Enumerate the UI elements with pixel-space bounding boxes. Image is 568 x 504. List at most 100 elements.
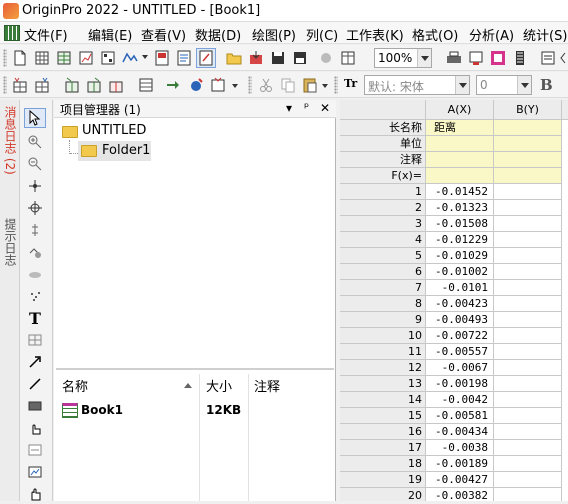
row-header[interactable]: 8 <box>340 296 426 312</box>
sheet-corner[interactable] <box>340 100 426 120</box>
font-size-select[interactable]: 0 <box>476 75 532 95</box>
data-selector-icon[interactable] <box>24 242 46 262</box>
cut-icon[interactable] <box>256 75 276 95</box>
data-cell-a[interactable]: -0.00189 <box>426 456 494 472</box>
menu-data[interactable]: 数据(D) <box>195 25 241 44</box>
hand-pan-icon[interactable] <box>24 484 46 504</box>
menu-column[interactable]: 列(C) <box>306 25 338 44</box>
import-wizard-icon[interactable] <box>316 48 336 68</box>
meta-cell-a[interactable] <box>426 136 494 152</box>
data-cell-a[interactable]: -0.0038 <box>426 440 494 456</box>
import-data-icon[interactable] <box>338 48 358 68</box>
data-cell-b[interactable] <box>494 344 562 360</box>
data-cell-b[interactable] <box>494 392 562 408</box>
chevron-down-icon[interactable] <box>455 76 469 94</box>
new-pe-icon[interactable] <box>196 48 216 68</box>
meta-row-label[interactable]: 单位 <box>340 136 426 152</box>
menu-view[interactable]: 查看(V) <box>141 25 186 44</box>
menu-statistics[interactable]: 统计(S) <box>523 25 567 44</box>
font-name-select[interactable]: 默认: 宋体 <box>364 75 470 95</box>
column-dropdown-icon[interactable] <box>232 84 238 91</box>
set-as-z-icon[interactable] <box>106 75 126 95</box>
row-header[interactable]: 13 <box>340 376 426 392</box>
save-template-icon[interactable] <box>290 48 310 68</box>
new-function-icon[interactable] <box>120 48 140 68</box>
data-cell-b[interactable] <box>494 472 562 488</box>
data-cell-b[interactable] <box>494 232 562 248</box>
open-icon[interactable] <box>224 48 244 68</box>
meta-cell-a[interactable]: 距离 <box>426 120 494 136</box>
menu-plot[interactable]: 绘图(P) <box>252 25 296 44</box>
annotation-icon[interactable] <box>24 220 46 240</box>
hints-log-tab[interactable]: 提示日志 <box>2 218 19 266</box>
data-cell-a[interactable]: -0.01452 <box>426 184 494 200</box>
data-cell-a[interactable]: -0.00557 <box>426 344 494 360</box>
data-cell-b[interactable] <box>494 408 562 424</box>
data-cell-a[interactable]: -0.0067 <box>426 360 494 376</box>
new-workbook-icon[interactable] <box>32 48 52 68</box>
row-header[interactable]: 17 <box>340 440 426 456</box>
data-cell-a[interactable]: -0.00581 <box>426 408 494 424</box>
data-cell-b[interactable] <box>494 264 562 280</box>
data-cell-b[interactable] <box>494 184 562 200</box>
insert-equation-icon[interactable] <box>24 440 46 460</box>
bold-button[interactable]: B <box>540 76 553 94</box>
set-as-x-icon[interactable] <box>62 75 82 95</box>
zoom-select[interactable]: 100% <box>374 48 432 68</box>
data-cell-a[interactable]: -0.00423 <box>426 296 494 312</box>
row-header[interactable]: 19 <box>340 472 426 488</box>
data-cell-a[interactable]: -0.00493 <box>426 312 494 328</box>
refresh-icon[interactable] <box>488 48 508 68</box>
data-cell-a[interactable]: -0.00198 <box>426 376 494 392</box>
row-header[interactable]: 6 <box>340 264 426 280</box>
data-cell-a[interactable]: -0.01002 <box>426 264 494 280</box>
row-header[interactable]: 4 <box>340 232 426 248</box>
pointer-icon[interactable] <box>24 108 46 128</box>
sort-column-icon[interactable] <box>186 75 206 95</box>
meta-cell-a[interactable] <box>426 168 494 184</box>
insert-graph-icon[interactable] <box>24 462 46 482</box>
copy-icon[interactable] <box>278 75 298 95</box>
new-matrix-icon[interactable] <box>98 48 118 68</box>
data-cell-a[interactable]: -0.01229 <box>426 232 494 248</box>
data-cell-b[interactable] <box>494 248 562 264</box>
data-cell-a[interactable]: -0.00722 <box>426 328 494 344</box>
column-header-b[interactable]: B(Y) <box>494 100 562 120</box>
row-header[interactable]: 2 <box>340 200 426 216</box>
data-cell-b[interactable] <box>494 216 562 232</box>
column-header-a[interactable]: A(X) <box>426 100 494 120</box>
code-builder-icon[interactable] <box>558 48 568 68</box>
row-header[interactable]: 10 <box>340 328 426 344</box>
save-project-icon[interactable] <box>268 48 288 68</box>
data-cell-a[interactable]: -0.01508 <box>426 216 494 232</box>
chevron-down-icon[interactable] <box>517 76 531 94</box>
list-header-size[interactable]: 大小 <box>206 376 232 396</box>
data-cell-b[interactable] <box>494 280 562 296</box>
menu-worksheet[interactable]: 工作表(K) <box>346 25 404 44</box>
column-divider[interactable] <box>248 374 249 501</box>
zoom-in-icon[interactable] <box>24 132 46 152</box>
row-header[interactable]: 14 <box>340 392 426 408</box>
line-tool-icon[interactable] <box>24 374 46 394</box>
data-cell-a[interactable]: -0.0101 <box>426 280 494 296</box>
row-header[interactable]: 18 <box>340 456 426 472</box>
menu-file[interactable]: 文件(F) <box>24 25 68 44</box>
paste-icon[interactable] <box>300 75 320 95</box>
data-cell-a[interactable]: -0.00427 <box>426 472 494 488</box>
meta-cell-b[interactable] <box>494 136 562 152</box>
menu-analysis[interactable]: 分析(A) <box>469 25 514 44</box>
add-xy-columns-icon[interactable] <box>32 75 52 95</box>
move-column-icon[interactable] <box>164 75 184 95</box>
toolbar-grip[interactable] <box>334 76 338 94</box>
set-as-y-icon[interactable] <box>84 75 104 95</box>
row-header[interactable]: 16 <box>340 424 426 440</box>
chevron-down-icon[interactable] <box>417 49 431 67</box>
data-cell-b[interactable] <box>494 488 562 501</box>
arrow-tool-icon[interactable] <box>24 352 46 372</box>
column-stats-icon[interactable] <box>136 75 156 95</box>
duplicate-icon[interactable] <box>510 48 530 68</box>
data-cell-b[interactable] <box>494 424 562 440</box>
region-tool-icon[interactable] <box>24 418 46 438</box>
list-header-name[interactable]: 名称 <box>62 376 88 396</box>
pin-icon[interactable]: ᵖ <box>304 100 309 114</box>
